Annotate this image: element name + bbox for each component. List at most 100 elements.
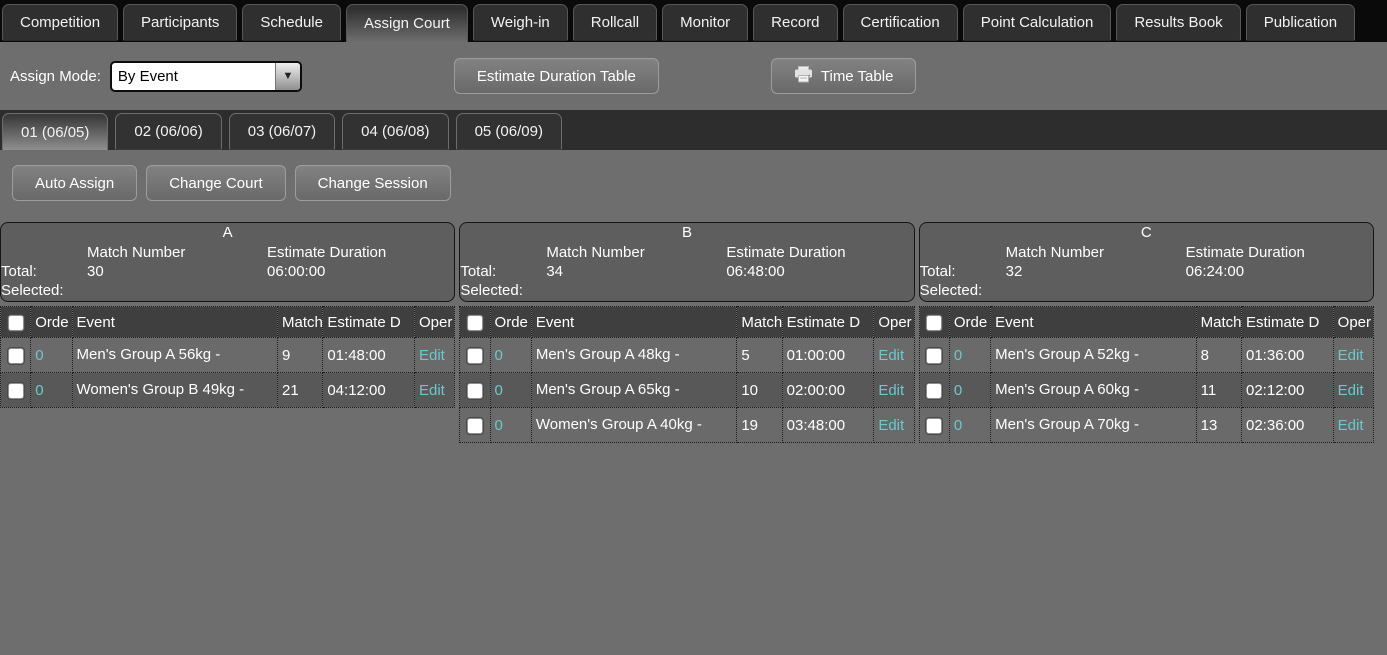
- edit-link[interactable]: Edit: [1338, 417, 1364, 434]
- tab-participants[interactable]: Participants: [123, 4, 237, 41]
- main-tab-label: Participants: [141, 14, 219, 31]
- select-all-checkbox[interactable]: [467, 315, 483, 331]
- tab-monitor[interactable]: Monitor: [662, 4, 748, 41]
- tab-results-book[interactable]: Results Book: [1116, 4, 1240, 41]
- main-tab-label: Point Calculation: [981, 14, 1094, 31]
- match-number-total: 32: [1006, 262, 1186, 281]
- row-checkbox[interactable]: [926, 418, 942, 434]
- main-tab-label: Competition: [20, 14, 100, 31]
- time-table-button[interactable]: Time Table: [771, 58, 917, 94]
- estimate-cell: 01:36:00: [1242, 338, 1334, 373]
- match-cell: 9: [278, 338, 323, 373]
- row-checkbox[interactable]: [467, 348, 483, 364]
- edit-link[interactable]: Edit: [878, 347, 904, 364]
- match-number-total: 34: [546, 262, 726, 281]
- edit-link[interactable]: Edit: [419, 347, 445, 364]
- main-tab-label: Record: [771, 14, 819, 31]
- column-header-operation: Oper: [874, 307, 914, 338]
- row-checkbox[interactable]: [467, 383, 483, 399]
- tab-record[interactable]: Record: [753, 4, 837, 41]
- match-number-total: 30: [87, 262, 267, 281]
- edit-link[interactable]: Edit: [419, 382, 445, 399]
- date-tab-04-06-08[interactable]: 04 (06/08): [342, 113, 448, 150]
- estimate-cell: 03:48:00: [782, 408, 874, 443]
- estimate-duration-table-button[interactable]: Estimate Duration Table: [454, 58, 659, 94]
- order-cell: 0: [490, 373, 531, 408]
- tab-rollcall[interactable]: Rollcall: [573, 4, 657, 41]
- tab-weigh-in[interactable]: Weigh-in: [473, 4, 568, 41]
- auto-assign-button[interactable]: Auto Assign: [12, 165, 137, 201]
- estimate-cell: 01:00:00: [782, 338, 874, 373]
- event-cell: Women's Group A 40kg -: [531, 408, 737, 443]
- row-checkbox[interactable]: [926, 348, 942, 364]
- court-header: C Match Number Estimate Duration Total: …: [919, 222, 1374, 302]
- court-table: Orde Event Match Estimate D Oper 0 Men's…: [459, 306, 914, 443]
- date-tab-03-06-07[interactable]: 03 (06/07): [229, 113, 335, 150]
- assign-mode-select[interactable]: By Event ▼: [110, 61, 302, 92]
- match-number-label: Match Number: [546, 243, 726, 262]
- total-label: Total:: [920, 262, 1006, 281]
- main-tab-label: Certification: [861, 14, 940, 31]
- select-all-checkbox[interactable]: [926, 315, 942, 331]
- main-tab-label: Assign Court: [364, 15, 450, 32]
- date-tab-bar: 01 (06/05) 02 (06/06) 03 (06/07) 04 (06/…: [0, 110, 1387, 150]
- column-header-match: Match: [1196, 307, 1241, 338]
- match-cell: 5: [737, 338, 782, 373]
- tab-publication[interactable]: Publication: [1246, 4, 1355, 41]
- date-tab-02-06-06[interactable]: 02 (06/06): [115, 113, 221, 150]
- edit-link[interactable]: Edit: [878, 382, 904, 399]
- tab-competition[interactable]: Competition: [2, 4, 118, 41]
- match-cell: 19: [737, 408, 782, 443]
- table-row: 0 Women's Group A 40kg - 19 03:48:00 Edi…: [460, 408, 914, 443]
- column-header-event: Event: [72, 307, 278, 338]
- event-cell: Men's Group A 48kg -: [531, 338, 737, 373]
- court-header: A Match Number Estimate Duration Total: …: [0, 222, 455, 302]
- row-checkbox[interactable]: [926, 383, 942, 399]
- event-cell: Women's Group B 49kg -: [72, 373, 278, 408]
- match-cell: 8: [1196, 338, 1241, 373]
- chevron-down-icon: ▼: [275, 63, 300, 90]
- tab-schedule[interactable]: Schedule: [242, 4, 341, 41]
- select-all-checkbox[interactable]: [8, 315, 24, 331]
- column-header-order: Orde: [31, 307, 72, 338]
- edit-link[interactable]: Edit: [878, 417, 904, 434]
- column-header-operation: Oper: [415, 307, 455, 338]
- date-tab-label: 03 (06/07): [248, 123, 316, 140]
- column-header-estimate: Estimate D: [782, 307, 874, 338]
- date-tab-01-06-05[interactable]: 01 (06/05): [2, 113, 108, 150]
- row-checkbox[interactable]: [8, 348, 24, 364]
- table-row: 0 Men's Group A 70kg - 13 02:36:00 Edit: [919, 408, 1373, 443]
- edit-link[interactable]: Edit: [1338, 382, 1364, 399]
- actions-row: Auto AssignChange Court Change Session: [0, 150, 1387, 222]
- table-header-row: Orde Event Match Estimate D Oper: [1, 307, 455, 338]
- court-panel-a: A Match Number Estimate Duration Total: …: [0, 222, 455, 408]
- change-session-button[interactable]: Change Session: [295, 165, 451, 201]
- tab-certification[interactable]: Certification: [843, 4, 958, 41]
- match-cell: 11: [1196, 373, 1241, 408]
- tab-assign-court[interactable]: Assign Court: [346, 4, 468, 42]
- row-checkbox[interactable]: [467, 418, 483, 434]
- change-court-button[interactable]: Change Court: [146, 165, 285, 201]
- court-name: A: [1, 224, 454, 241]
- selected-label: Selected:: [1, 281, 87, 300]
- selected-label: Selected:: [920, 281, 1006, 300]
- order-cell: 0: [31, 338, 72, 373]
- row-checkbox[interactable]: [8, 383, 24, 399]
- event-cell: Men's Group A 56kg -: [72, 338, 278, 373]
- date-tab-label: 05 (06/09): [475, 123, 543, 140]
- estimate-duration-label: Estimate Duration: [1186, 243, 1373, 262]
- tab-point-calculation[interactable]: Point Calculation: [963, 4, 1112, 41]
- main-tab-label: Schedule: [260, 14, 323, 31]
- table-row: 0 Men's Group A 60kg - 11 02:12:00 Edit: [919, 373, 1373, 408]
- column-header-event: Event: [531, 307, 737, 338]
- table-row: 0 Men's Group A 56kg - 9 01:48:00 Edit: [1, 338, 455, 373]
- match-number-label: Match Number: [1006, 243, 1186, 262]
- date-tab-05-06-09[interactable]: 05 (06/09): [456, 113, 562, 150]
- match-number-label: Match Number: [87, 243, 267, 262]
- edit-link[interactable]: Edit: [1338, 347, 1364, 364]
- table-row: 0 Men's Group A 65kg - 10 02:00:00 Edit: [460, 373, 914, 408]
- order-cell: 0: [949, 408, 990, 443]
- toolbar: Assign Mode: By Event ▼ Estimate Duratio…: [0, 42, 1387, 110]
- estimate-duration-label: Estimate Duration: [267, 243, 454, 262]
- time-table-button-label: Time Table: [821, 68, 894, 85]
